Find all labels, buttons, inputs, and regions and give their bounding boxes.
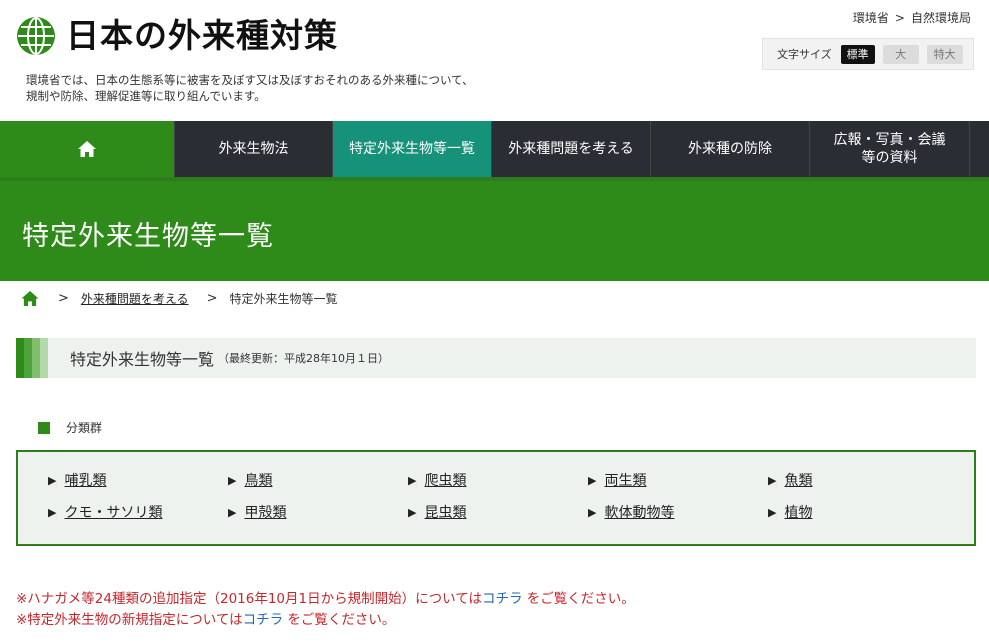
notice-link-new-designation[interactable]: コチラ [243,612,284,628]
section-heading: 特定外来生物等一覧 （最終更新：平成28年10月１日） [16,338,976,378]
breadcrumb-sep: > [58,291,69,306]
notice-link-additional-designation[interactable]: コチラ [482,591,523,607]
category-link-plants[interactable]: 植物 [784,502,812,522]
category-link-spiders-scorpions[interactable]: クモ・サソリ類 [64,502,162,522]
triangle-right-icon: ▶ [588,505,597,519]
triangle-right-icon: ▶ [48,473,57,487]
page-hero: 特定外来生物等一覧 [0,181,989,281]
page-title: 特定外来生物等一覧 [22,221,274,252]
triangle-right-icon: ▶ [768,505,777,519]
triangle-right-icon: ▶ [228,473,237,487]
category-link-amphibians[interactable]: 両生類 [604,470,646,490]
section-title: 特定外来生物等一覧 [70,350,215,369]
category-group-label: 分類群 [38,419,102,436]
nav-item-alien-species-act[interactable]: 外来生物法 [175,121,333,177]
nav-item-think-problems[interactable]: 外来種問題を考える [492,121,651,177]
breadcrumb-think-problems[interactable]: 外来種問題を考える [81,290,189,307]
breadcrumb-sep: > [206,291,218,306]
triangle-right-icon: ▶ [408,473,417,487]
notice-item: ※ハナガメ等24種類の追加指定（2016年10月1日から規制開始）についてはコチ… [16,591,635,607]
category-link-birds[interactable]: 鳥類 [244,470,272,490]
triangle-right-icon: ▶ [228,505,237,519]
notice-item: ※特定外来生物の新規指定についてはコチラ をご覧ください。 [16,612,396,628]
home-icon [78,141,96,157]
category-link-mammals[interactable]: 哺乳類 [64,470,106,490]
category-link-reptiles[interactable]: 爬虫類 [424,470,466,490]
breadcrumb: > 外来種問題を考える > 特定外来生物等一覧 [20,290,337,307]
nav-item-species-list[interactable]: 特定外来生物等一覧 [333,121,492,177]
triangle-right-icon: ▶ [768,473,777,487]
category-item: ▶ 植物 [768,502,812,522]
top-breadcrumb: 環境省 > 自然環境局 [853,9,971,26]
category-item: ▶ クモ・サソリ類 [48,502,162,522]
square-bullet-icon [38,421,50,434]
font-size-label: 文字サイズ [777,48,832,61]
triangle-right-icon: ▶ [48,505,57,519]
category-grid: ▶ 哺乳類 ▶ 鳥類 ▶ 爬虫類 ▶ 両生類 ▶ 魚類 ▶ クモ・サソリ類 ▶ … [16,450,976,546]
globe-icon [17,17,55,55]
top-breadcrumb-sep: > [894,11,905,25]
top-breadcrumb-moe[interactable]: 環境省 [853,11,889,25]
category-link-insects[interactable]: 昆虫類 [424,502,466,522]
top-breadcrumb-nature[interactable]: 自然環境局 [911,11,971,25]
nav-home[interactable] [0,121,175,177]
font-size-large-button[interactable]: 大 [882,44,919,64]
category-item: ▶ 甲殻類 [228,502,286,522]
home-icon[interactable] [20,290,40,307]
category-item: ▶ 哺乳類 [48,470,106,490]
font-size-switcher: 文字サイズ 標準 大 特大 [762,38,974,70]
category-item: ▶ 軟体動物等 [588,502,674,522]
heading-bars-decoration [16,338,48,378]
triangle-right-icon: ▶ [588,473,597,487]
category-item: ▶ 魚類 [768,470,812,490]
breadcrumb-current: 特定外来生物等一覧 [229,292,338,306]
category-item: ▶ 昆虫類 [408,502,466,522]
triangle-right-icon: ▶ [408,505,417,519]
category-item: ▶ 爬虫類 [408,470,466,490]
category-link-fish[interactable]: 魚類 [784,470,812,490]
category-item: ▶ 鳥類 [228,470,272,490]
nav-item-control[interactable]: 外来種の防除 [651,121,810,177]
site-logo[interactable]: 日本の外来種対策 [16,16,338,56]
font-size-xlarge-button[interactable]: 特大 [926,44,963,64]
category-link-mollusks[interactable]: 軟体動物等 [604,502,674,522]
category-link-crustaceans[interactable]: 甲殻類 [244,502,286,522]
category-item: ▶ 両生類 [588,470,646,490]
notice-list: ※ハナガメ等24種類の追加指定（2016年10月1日から規制開始）についてはコチ… [16,589,635,631]
global-nav: 外来生物法 特定外来生物等一覧 外来種問題を考える 外来種の防除 広報・写真・会… [0,121,989,181]
nav-item-materials[interactable]: 広報・写真・会議 等の資料 [810,121,970,177]
last-updated-note: （最終更新：平成28年10月１日） [218,352,390,365]
site-tagline: 環境省では、日本の生態系等に被害を及ぼす又は及ぼすおそれのある外来種について、 … [26,73,474,103]
font-size-standard-button[interactable]: 標準 [840,44,875,64]
site-title: 日本の外来種対策 [66,16,338,55]
